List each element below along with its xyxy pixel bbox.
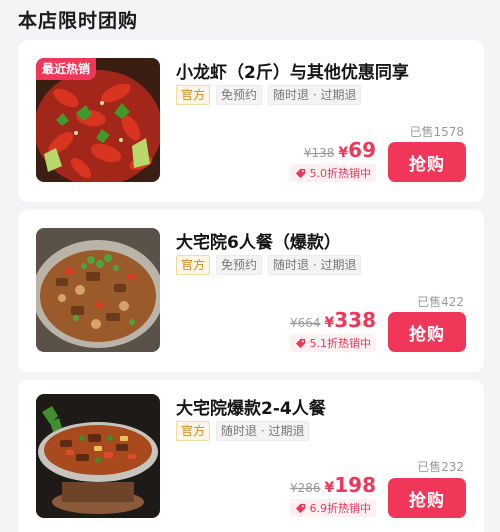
deal-tags: 官方 免预约 随时退 · 过期退 [176,255,362,275]
price-row: ¥664 ¥ 338 [290,308,376,332]
section-title: 本店限时团购 [18,10,139,32]
deal-image-crayfish[interactable]: 最近热销 [36,58,160,182]
tag-refund-policy: 随时退 · 过期退 [268,85,362,105]
discount-rank-badge: 6.9折热销中 [289,499,376,517]
deal-price: 198 [334,473,376,497]
flame-tag-icon [295,168,305,178]
original-price: ¥286 [289,481,321,495]
deal-tags: 官方 免预约 随时退 · 过期退 [176,85,362,105]
deal-title[interactable]: 小龙虾（2斤）与其他优惠同享 [176,58,409,83]
currency-symbol: ¥ [324,315,335,331]
deal-title[interactable]: 大宅院爆款2-4人餐 [176,394,326,419]
tag-refund-policy: 随时退 · 过期退 [268,255,362,275]
deal-image-dry-pot[interactable] [36,394,160,518]
price-row: ¥286 ¥ 198 [290,473,376,497]
deal-image-stir-fry[interactable] [36,228,160,352]
discount-rank-badge: 5.1折热销中 [289,334,376,352]
tag-no-reservation: 免预约 [216,85,263,105]
deal-price: 338 [334,308,376,332]
sold-count: 已售1578 [409,125,464,139]
deal-price: 69 [348,138,376,162]
buy-button[interactable]: 抢购 [388,142,466,182]
original-price: ¥138 [303,146,335,160]
buy-button[interactable]: 抢购 [388,312,466,352]
sold-count: 已售422 [417,295,464,309]
tag-official: 官方 [176,255,211,275]
deal-title[interactable]: 大宅院6人餐（爆款） [176,228,341,253]
tag-official: 官方 [176,85,211,105]
deal-card[interactable]: 大宅院爆款2-4人餐 官方 随时退 · 过期退 已售232 ¥286 ¥ 198… [18,380,484,532]
deal-tags: 官方 随时退 · 过期退 [176,421,310,441]
tag-refund-policy: 随时退 · 过期退 [216,421,310,441]
tag-official: 官方 [176,421,211,441]
discount-rank-badge: 5.0折热销中 [289,164,376,182]
discount-rank-text: 5.1折热销中 [309,337,372,350]
buy-button[interactable]: 抢购 [388,478,466,518]
sold-count: 已售232 [417,460,464,474]
flame-tag-icon [295,338,305,348]
original-price: ¥664 [289,316,321,330]
discount-rank-text: 5.0折热销中 [309,167,372,180]
flame-tag-icon [295,503,305,513]
currency-symbol: ¥ [324,480,335,496]
deal-card[interactable]: 大宅院6人餐（爆款） 官方 免预约 随时退 · 过期退 已售422 ¥664 ¥… [18,210,484,372]
hot-sale-badge: 最近热销 [36,58,97,80]
currency-symbol: ¥ [338,145,349,161]
price-row: ¥138 ¥ 69 [304,138,376,162]
discount-rank-text: 6.9折热销中 [309,502,372,515]
dry-pot-dish-photo [36,394,160,518]
tag-no-reservation: 免预约 [216,255,263,275]
deal-card[interactable]: 最近热销 小龙虾（2斤）与其他优惠同享 官方 免预约 随时退 · 过期退 已售1… [18,40,484,202]
stir-fry-dish-photo [36,228,160,352]
